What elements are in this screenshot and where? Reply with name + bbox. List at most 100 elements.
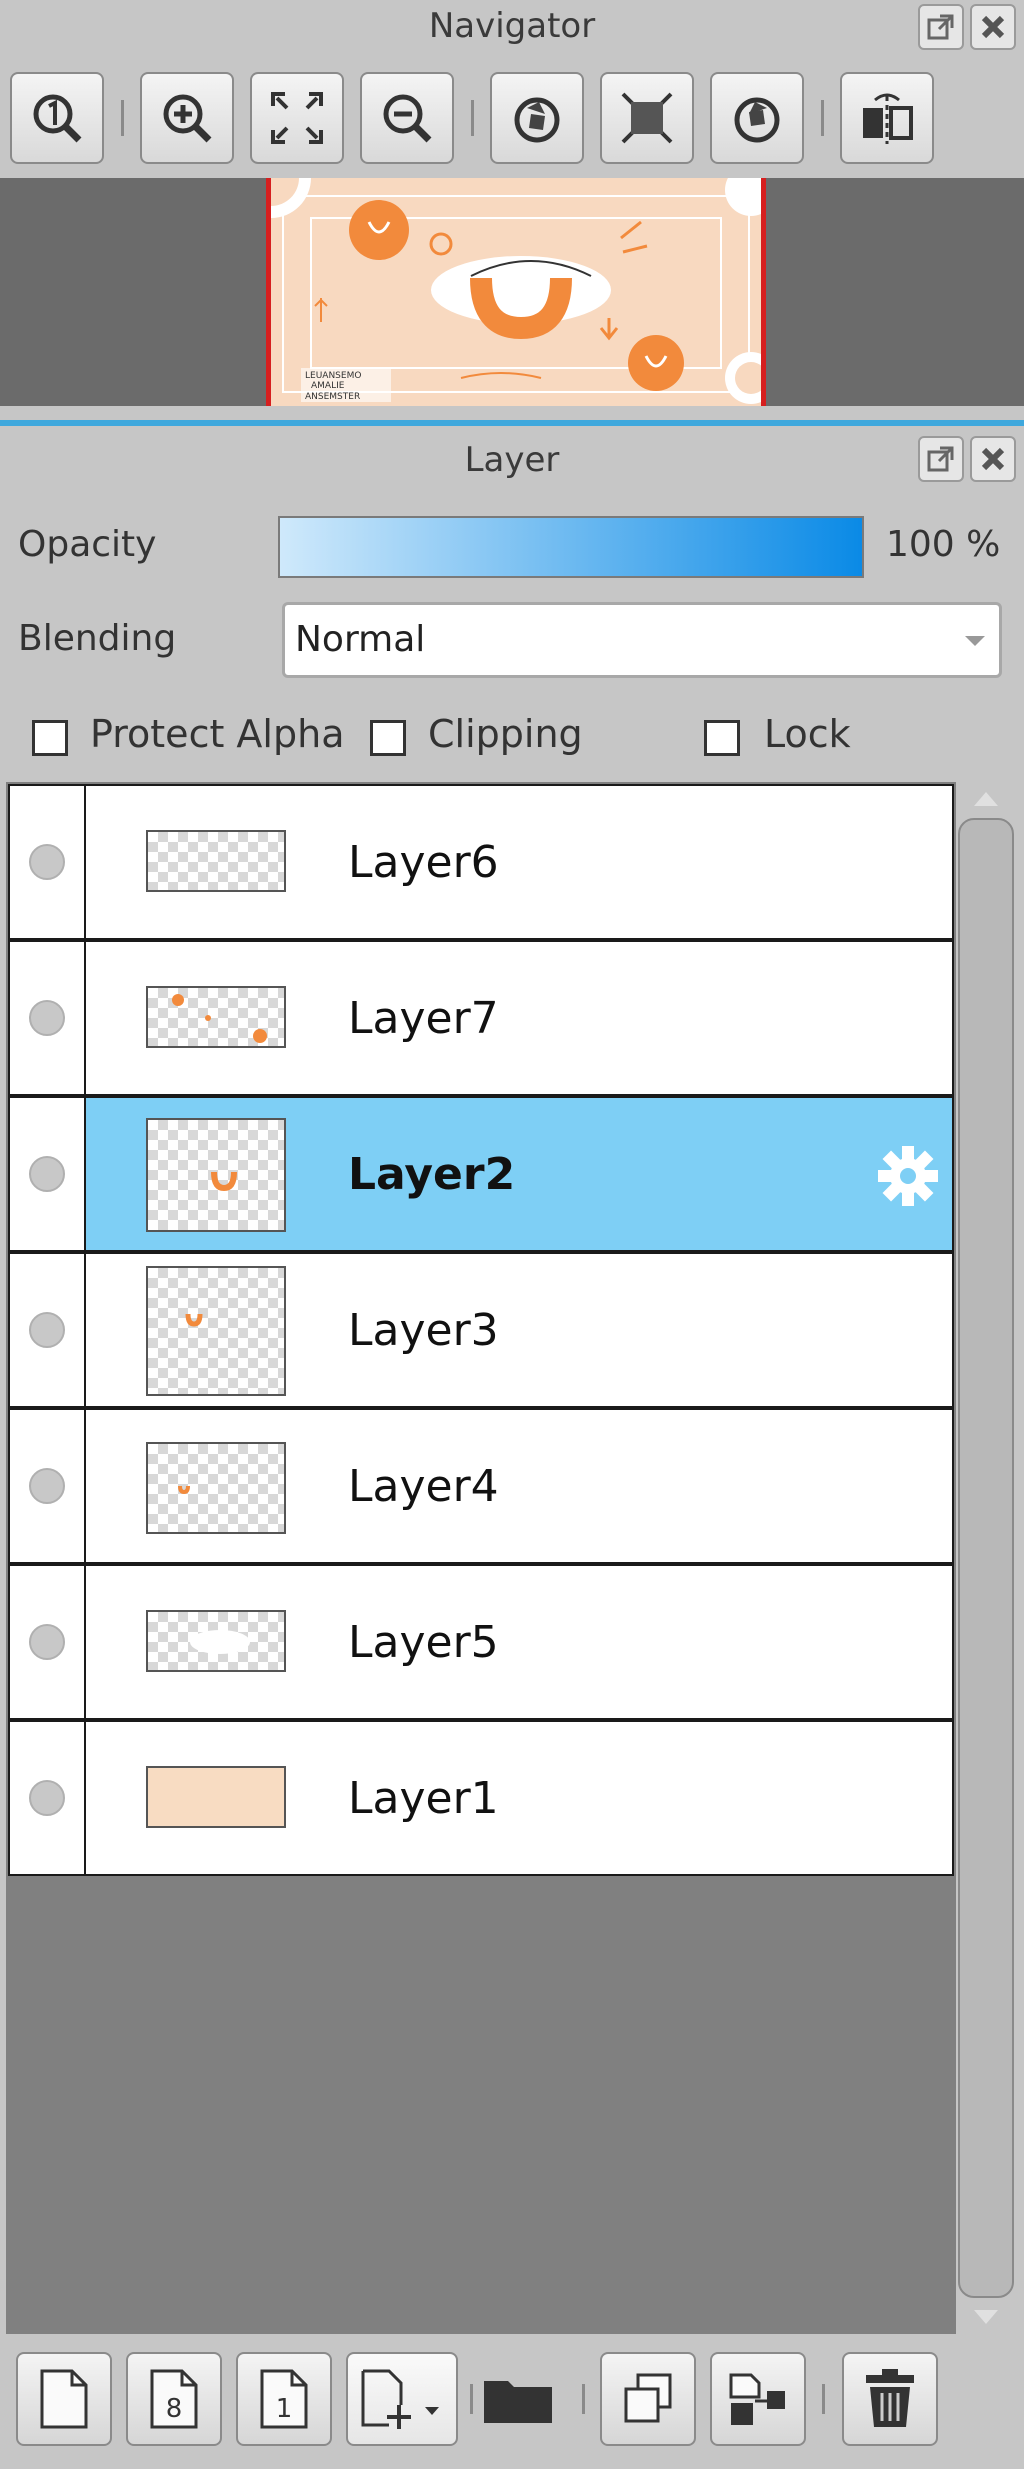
- new-1bit-layer-icon: 1: [260, 2369, 308, 2429]
- reset-view-icon: [621, 92, 673, 144]
- layer-row-main[interactable]: Layer1: [86, 1722, 952, 1874]
- toolbar-separator: [582, 2384, 585, 2414]
- visibility-dot-icon: [29, 1468, 65, 1504]
- protect-alpha-checkbox[interactable]: [32, 720, 68, 756]
- duplicate-layer-button[interactable]: [600, 2352, 696, 2446]
- canvas-preview: LEUANSEMO AMALIE ANSEMSTER: [266, 178, 766, 406]
- protect-alpha-label: Protect Alpha: [90, 712, 345, 756]
- layer-thumbnail: [146, 986, 286, 1048]
- float-icon: [927, 14, 954, 40]
- opacity-label: Opacity: [18, 524, 157, 565]
- new-8bit-layer-icon: 8: [150, 2369, 198, 2429]
- scroll-up-icon[interactable]: [972, 788, 1000, 810]
- new-1bit-layer-button[interactable]: 1: [236, 2352, 332, 2446]
- layer-row-main[interactable]: Layer6: [86, 786, 952, 938]
- layer-settings-icon[interactable]: [872, 1140, 944, 1212]
- scrollbar-thumb[interactable]: [958, 818, 1014, 2298]
- fit-screen-icon: [271, 92, 323, 144]
- rotate-right-button[interactable]: [710, 72, 804, 164]
- zoom-out-button[interactable]: [360, 72, 454, 164]
- merge-down-icon: [729, 2373, 785, 2425]
- visibility-toggle[interactable]: [10, 786, 86, 938]
- add-layer-menu-button[interactable]: [346, 2352, 458, 2446]
- svg-text:1: 1: [276, 2394, 293, 2424]
- layer-row-main[interactable]: Layer3: [86, 1254, 952, 1406]
- opacity-value: 100 %: [886, 524, 1001, 565]
- new-8bit-layer-button[interactable]: 8: [126, 2352, 222, 2446]
- navigator-title: Navigator: [428, 6, 596, 46]
- layer-name: Layer6: [348, 836, 499, 888]
- blending-label: Blending: [18, 618, 177, 659]
- visibility-toggle[interactable]: [10, 1254, 86, 1406]
- close-panel-button[interactable]: [970, 436, 1016, 482]
- clipping-label: Clipping: [428, 712, 583, 756]
- layer-thumbnail: [146, 1442, 286, 1534]
- opacity-slider[interactable]: [278, 516, 864, 578]
- layer-name: Layer2: [348, 1148, 516, 1200]
- zoom-actual-button[interactable]: [10, 72, 104, 164]
- float-icon: [927, 446, 954, 472]
- zoom-out-icon: [383, 94, 432, 143]
- toolbar-separator: [822, 2384, 825, 2414]
- flip-horizontal-button[interactable]: [840, 72, 934, 164]
- layer-row[interactable]: Layer6: [8, 784, 954, 940]
- layer-name: Layer5: [348, 1616, 499, 1668]
- visibility-dot-icon: [29, 1624, 65, 1660]
- float-panel-button[interactable]: [918, 436, 964, 482]
- visibility-dot-icon: [29, 1156, 65, 1192]
- blending-select-value: Normal: [295, 619, 426, 660]
- zoom-in-icon: [163, 94, 212, 143]
- layer-row-main[interactable]: Layer4: [86, 1410, 952, 1562]
- reset-view-button[interactable]: [600, 72, 694, 164]
- close-icon: [981, 15, 1005, 39]
- opacity-slider-fill: [280, 518, 862, 576]
- chevron-down-icon: [965, 636, 985, 646]
- layer-name: Layer1: [348, 1772, 499, 1824]
- new-folder-button[interactable]: [470, 2352, 566, 2446]
- blending-select[interactable]: Normal: [282, 602, 1002, 678]
- zoom-in-button[interactable]: [140, 72, 234, 164]
- delete-layer-button[interactable]: [842, 2352, 938, 2446]
- new-layer-button[interactable]: [16, 2352, 112, 2446]
- layer-row-main[interactable]: Layer2: [86, 1098, 952, 1250]
- rotate-left-button[interactable]: [490, 72, 584, 164]
- visibility-dot-icon: [29, 844, 65, 880]
- visibility-toggle[interactable]: [10, 1566, 86, 1718]
- lock-checkbox[interactable]: [704, 720, 740, 756]
- preview-label: AMALIE: [311, 381, 345, 391]
- visibility-dot-icon: [29, 1312, 65, 1348]
- layer-thumbnail: [146, 1610, 286, 1672]
- layer-list-scrollbar[interactable]: [958, 782, 1014, 2334]
- layer-name: Layer3: [348, 1304, 499, 1356]
- layer-row[interactable]: Layer5: [8, 1564, 954, 1720]
- float-panel-button[interactable]: [918, 4, 964, 50]
- layer-thumbnail: [146, 1118, 286, 1232]
- layer-row-selected[interactable]: Layer2: [8, 1096, 954, 1252]
- new-layer-icon: [40, 2369, 88, 2429]
- merge-down-button[interactable]: [710, 2352, 806, 2446]
- layer-name: Layer4: [348, 1460, 499, 1512]
- preview-label: LEUANSEMO: [305, 371, 361, 381]
- trash-icon: [866, 2369, 914, 2427]
- scroll-down-icon[interactable]: [972, 2306, 1000, 2328]
- layer-thumbnail: [146, 1766, 286, 1828]
- clipping-checkbox[interactable]: [370, 720, 406, 756]
- layer-name: Layer7: [348, 992, 499, 1044]
- fit-screen-button[interactable]: [250, 72, 344, 164]
- toolbar-separator: [821, 100, 824, 136]
- layer-row[interactable]: Layer3: [8, 1252, 954, 1408]
- svg-text:8: 8: [166, 2394, 183, 2424]
- layer-row-main[interactable]: Layer5: [86, 1566, 952, 1718]
- visibility-toggle[interactable]: [10, 1722, 86, 1874]
- layer-row[interactable]: Layer4: [8, 1408, 954, 1564]
- visibility-toggle[interactable]: [10, 942, 86, 1094]
- layer-row[interactable]: Layer1: [8, 1720, 954, 1876]
- navigator-panel: Navigator LEUANSEMO AMALIE ANSEMSTER: [0, 0, 1024, 425]
- layer-row-main[interactable]: Layer7: [86, 942, 952, 1094]
- zoom-actual-icon: [33, 94, 82, 143]
- visibility-toggle[interactable]: [10, 1098, 86, 1250]
- navigator-preview-area[interactable]: LEUANSEMO AMALIE ANSEMSTER: [0, 178, 1024, 406]
- close-panel-button[interactable]: [970, 4, 1016, 50]
- visibility-toggle[interactable]: [10, 1410, 86, 1562]
- layer-row[interactable]: Layer7: [8, 940, 954, 1096]
